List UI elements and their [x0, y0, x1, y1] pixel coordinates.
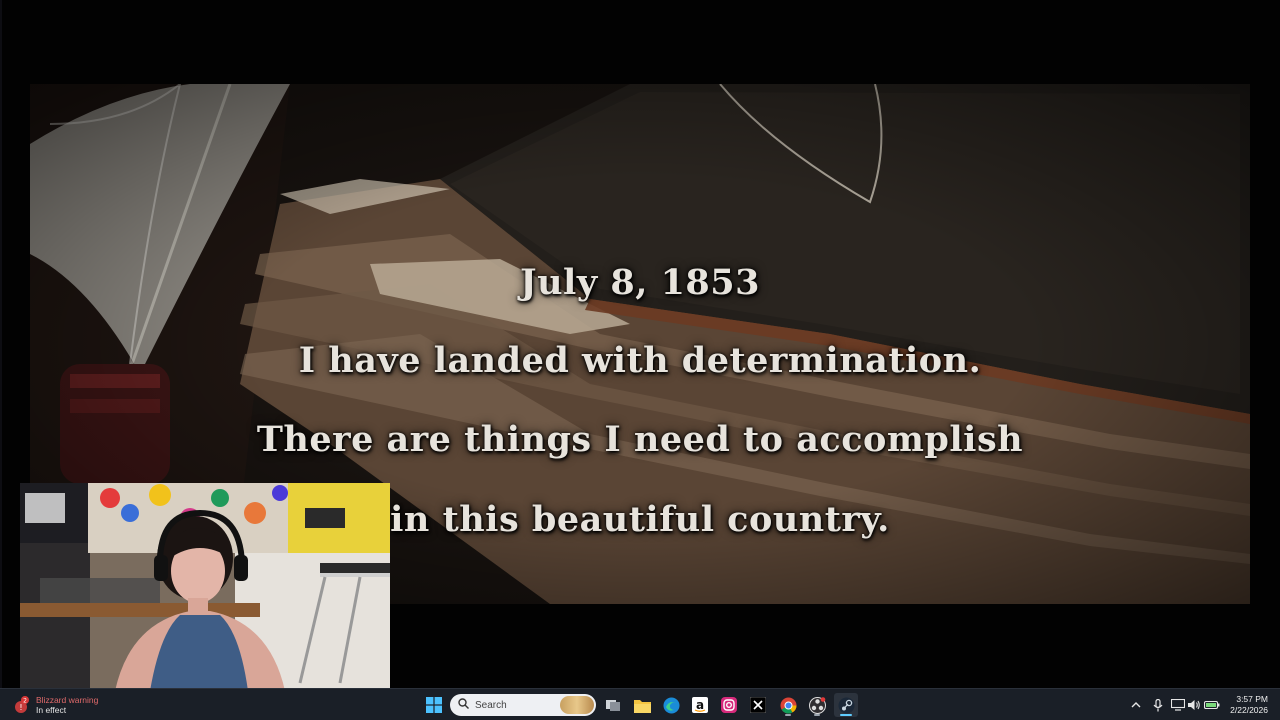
search-placeholder: Search [475, 699, 507, 711]
edge-icon[interactable] [659, 693, 683, 717]
weather-status: In effect [36, 705, 67, 715]
x-icon[interactable] [746, 693, 770, 717]
clock-time: 3:57 PM [1236, 694, 1268, 704]
chevron-up-icon[interactable] [1124, 693, 1148, 717]
battery-icon[interactable] [1200, 693, 1224, 717]
clock-date: 2/22/2026 [1230, 705, 1268, 715]
windows-start-icon[interactable] [422, 693, 446, 717]
search-highlight-image [560, 696, 594, 714]
streamer-webcam-feed [20, 483, 390, 691]
warning-weather-icon: ! 2 [12, 696, 30, 714]
system-clock[interactable]: 3:57 PM 2/22/2026 [1230, 694, 1268, 716]
amazon-icon[interactable]: a [688, 693, 712, 717]
search-icon [458, 696, 469, 714]
weather-widget[interactable]: ! 2 Blizzard warning In effect [12, 692, 98, 718]
steam-active-indicator [840, 714, 852, 716]
instagram-icon[interactable] [717, 693, 741, 717]
taskbar-search-box[interactable]: Search [450, 694, 596, 716]
steam-icon[interactable] [834, 693, 858, 717]
windows-taskbar: ! 2 Blizzard warning In effect Search a … [0, 688, 1280, 720]
chrome-running-indicator [785, 714, 791, 716]
svg-text:a: a [696, 698, 704, 712]
weather-alert-count: 2 [23, 698, 27, 705]
task-view-icon[interactable] [601, 693, 625, 717]
weather-title: Blizzard warning [36, 695, 99, 705]
cutscene-line-2: There are things I need to accomplish [256, 419, 1024, 460]
obs-icon[interactable] [805, 693, 829, 717]
file-explorer-icon[interactable] [630, 693, 654, 717]
cutscene-line-1: I have landed with determination. [298, 340, 982, 381]
webcam-overlay [20, 483, 390, 691]
cutscene-date: July 8, 1853 [520, 262, 760, 303]
obs-running-indicator [814, 714, 820, 716]
chrome-icon[interactable] [776, 693, 800, 717]
